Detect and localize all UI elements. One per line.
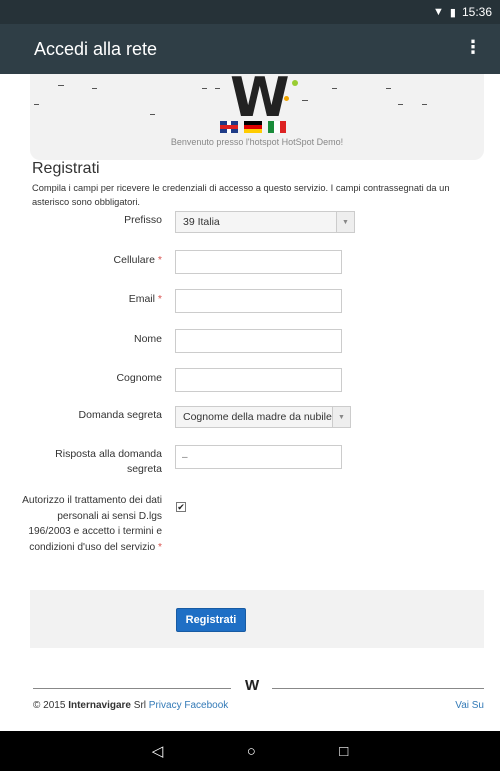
prefix-label: Prefisso [124,214,162,226]
status-time: 15:36 [461,5,492,19]
decor-dash [150,114,155,115]
mobile-input[interactable] [175,250,342,274]
overflow-menu-icon[interactable]: ⋮ [464,38,482,56]
consent-label: Autorizzo il trattamento dei dati person… [22,495,162,553]
secret-answer-label: Risposta alla domanda segreta [55,448,162,475]
footer-divider [272,688,484,689]
submit-panel [30,590,484,648]
secret-answer-input[interactable] [175,445,342,469]
prefix-select-value: 39 Italia [183,216,220,228]
privacy-link[interactable]: Privacy [149,700,182,711]
secret-question-select[interactable]: Cognome della madre da nubile ▼ [175,406,351,428]
decor-dash [92,88,97,89]
wifi-icon: ▼ [433,6,444,18]
surname-label: Cognome [116,372,162,384]
prefix-select[interactable]: 39 Italia ▼ [175,211,355,233]
consent-checkbox[interactable]: ✔ [176,502,186,512]
footer-divider [33,688,231,689]
decor-dash [422,104,427,105]
flag-de-icon[interactable] [244,121,262,133]
decor-dash [202,88,207,89]
form-title: Registrati [32,160,100,177]
decor-dash [398,104,403,105]
footer-copyright: © 2015 Internavigare Srl Privacy Faceboo… [33,700,229,711]
back-icon[interactable]: ◁ [152,742,164,760]
name-input[interactable] [175,329,342,353]
system-nav-bar: ◁ ○ □ [0,731,500,771]
email-label: Email * [128,293,162,305]
email-input[interactable] [175,289,342,313]
secret-question-label: Domanda segreta [78,409,162,421]
decor-dash [58,85,64,86]
decor-dash [386,88,391,89]
recents-icon[interactable]: □ [339,743,348,760]
brand-logo-icon: W [230,66,290,129]
company-name: Internavigare [68,700,131,711]
app-title: Accedi alla rete [34,38,158,59]
back-to-top-link[interactable]: Vai Su [455,700,484,711]
flag-uk-icon[interactable] [220,121,238,133]
language-selector [220,121,286,133]
hero-banner: W Benvenuto presso l'hotspot HotSpot Dem… [30,66,484,160]
mobile-label: Cellulare * [113,254,162,266]
form-description: Compila i campi per ricevere le credenzi… [32,183,450,207]
chevron-down-icon: ▼ [332,407,350,427]
name-label: Nome [133,333,162,345]
decor-dash [34,104,39,105]
welcome-text: Benvenuto presso l'hotspot HotSpot Demo! [170,137,344,147]
logo-dot-icon [284,96,289,101]
logo-dot-icon [292,80,298,86]
surname-input[interactable] [175,368,342,392]
decor-dash [332,88,337,89]
decor-dash [215,88,220,89]
secret-question-value: Cognome della madre da nubile [183,411,332,423]
decor-dash [302,100,308,101]
status-bar: ▼ ▮ 15:36 [0,0,500,24]
chevron-down-icon: ▼ [336,212,354,232]
home-icon[interactable]: ○ [247,743,256,760]
register-button[interactable]: Registrati [176,608,246,632]
battery-icon: ▮ [449,6,456,19]
flag-it-icon[interactable] [268,121,286,133]
footer-logo-icon: W [245,677,260,694]
facebook-link[interactable]: Facebook [184,700,228,711]
